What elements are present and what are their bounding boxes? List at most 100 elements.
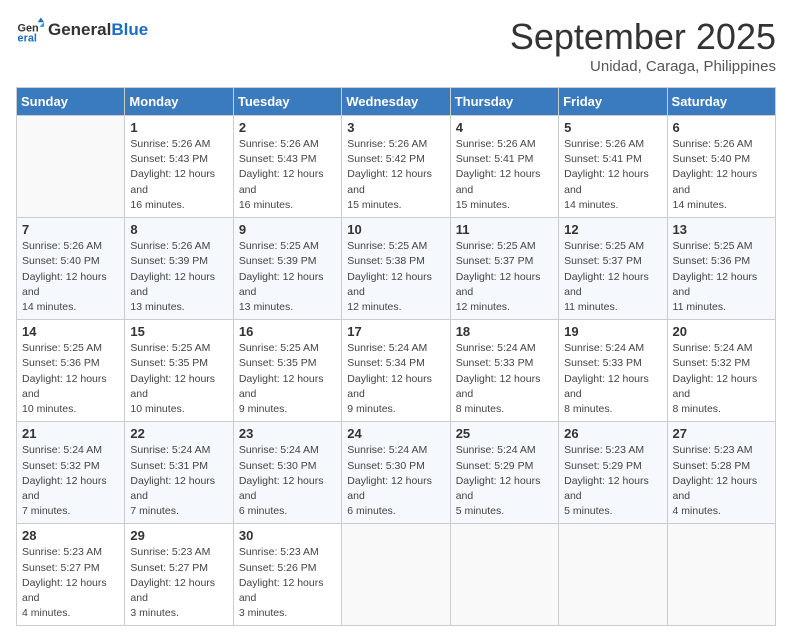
day-info: Sunrise: 5:23 AMSunset: 5:29 PMDaylight:… [564, 443, 661, 519]
day-number: 11 [456, 222, 553, 237]
day-number: 26 [564, 426, 661, 441]
calendar-cell: 7 Sunrise: 5:26 AMSunset: 5:40 PMDayligh… [17, 218, 125, 320]
calendar-week-row: 21 Sunrise: 5:24 AMSunset: 5:32 PMDaylig… [17, 422, 776, 524]
calendar-table: SundayMondayTuesdayWednesdayThursdayFrid… [16, 87, 776, 626]
calendar-cell: 22 Sunrise: 5:24 AMSunset: 5:31 PMDaylig… [125, 422, 233, 524]
day-number: 8 [130, 222, 227, 237]
logo-text: GeneralBlue [48, 20, 148, 40]
day-info: Sunrise: 5:23 AMSunset: 5:27 PMDaylight:… [22, 545, 119, 621]
calendar-cell: 2 Sunrise: 5:26 AMSunset: 5:43 PMDayligh… [233, 116, 341, 218]
day-info: Sunrise: 5:24 AMSunset: 5:32 PMDaylight:… [673, 341, 770, 417]
calendar-cell: 30 Sunrise: 5:23 AMSunset: 5:26 PMDaylig… [233, 524, 341, 626]
day-info: Sunrise: 5:24 AMSunset: 5:31 PMDaylight:… [130, 443, 227, 519]
calendar-cell [667, 524, 775, 626]
day-number: 21 [22, 426, 119, 441]
calendar-cell [17, 116, 125, 218]
day-number: 22 [130, 426, 227, 441]
day-number: 16 [239, 324, 336, 339]
calendar-cell [450, 524, 558, 626]
day-info: Sunrise: 5:26 AMSunset: 5:40 PMDaylight:… [22, 239, 119, 315]
calendar-cell: 28 Sunrise: 5:23 AMSunset: 5:27 PMDaylig… [17, 524, 125, 626]
day-number: 2 [239, 120, 336, 135]
calendar-cell: 1 Sunrise: 5:26 AMSunset: 5:43 PMDayligh… [125, 116, 233, 218]
day-number: 6 [673, 120, 770, 135]
day-number: 25 [456, 426, 553, 441]
day-of-week-header: Saturday [667, 88, 775, 116]
day-number: 1 [130, 120, 227, 135]
day-of-week-header: Thursday [450, 88, 558, 116]
calendar-cell: 27 Sunrise: 5:23 AMSunset: 5:28 PMDaylig… [667, 422, 775, 524]
logo-icon: Gen eral [16, 16, 44, 44]
day-info: Sunrise: 5:26 AMSunset: 5:42 PMDaylight:… [347, 137, 444, 213]
location: Unidad, Caraga, Philippines [510, 58, 776, 75]
calendar-cell: 5 Sunrise: 5:26 AMSunset: 5:41 PMDayligh… [559, 116, 667, 218]
calendar-cell: 19 Sunrise: 5:24 AMSunset: 5:33 PMDaylig… [559, 320, 667, 422]
calendar-cell: 13 Sunrise: 5:25 AMSunset: 5:36 PMDaylig… [667, 218, 775, 320]
day-number: 5 [564, 120, 661, 135]
calendar-cell [342, 524, 450, 626]
day-of-week-header: Wednesday [342, 88, 450, 116]
day-info: Sunrise: 5:26 AMSunset: 5:40 PMDaylight:… [673, 137, 770, 213]
calendar-cell: 21 Sunrise: 5:24 AMSunset: 5:32 PMDaylig… [17, 422, 125, 524]
day-info: Sunrise: 5:25 AMSunset: 5:39 PMDaylight:… [239, 239, 336, 315]
day-of-week-header: Sunday [17, 88, 125, 116]
day-info: Sunrise: 5:25 AMSunset: 5:37 PMDaylight:… [564, 239, 661, 315]
day-number: 14 [22, 324, 119, 339]
calendar-week-row: 14 Sunrise: 5:25 AMSunset: 5:36 PMDaylig… [17, 320, 776, 422]
day-number: 19 [564, 324, 661, 339]
day-info: Sunrise: 5:25 AMSunset: 5:35 PMDaylight:… [130, 341, 227, 417]
day-info: Sunrise: 5:23 AMSunset: 5:26 PMDaylight:… [239, 545, 336, 621]
day-info: Sunrise: 5:25 AMSunset: 5:36 PMDaylight:… [673, 239, 770, 315]
calendar-cell: 29 Sunrise: 5:23 AMSunset: 5:27 PMDaylig… [125, 524, 233, 626]
day-info: Sunrise: 5:25 AMSunset: 5:37 PMDaylight:… [456, 239, 553, 315]
day-number: 4 [456, 120, 553, 135]
day-info: Sunrise: 5:25 AMSunset: 5:36 PMDaylight:… [22, 341, 119, 417]
day-number: 24 [347, 426, 444, 441]
calendar-week-row: 7 Sunrise: 5:26 AMSunset: 5:40 PMDayligh… [17, 218, 776, 320]
calendar-cell: 6 Sunrise: 5:26 AMSunset: 5:40 PMDayligh… [667, 116, 775, 218]
logo: Gen eral GeneralBlue [16, 16, 148, 44]
day-info: Sunrise: 5:26 AMSunset: 5:41 PMDaylight:… [456, 137, 553, 213]
day-number: 12 [564, 222, 661, 237]
calendar-cell: 12 Sunrise: 5:25 AMSunset: 5:37 PMDaylig… [559, 218, 667, 320]
day-number: 10 [347, 222, 444, 237]
calendar-week-row: 1 Sunrise: 5:26 AMSunset: 5:43 PMDayligh… [17, 116, 776, 218]
calendar-cell: 26 Sunrise: 5:23 AMSunset: 5:29 PMDaylig… [559, 422, 667, 524]
day-info: Sunrise: 5:24 AMSunset: 5:32 PMDaylight:… [22, 443, 119, 519]
day-info: Sunrise: 5:24 AMSunset: 5:33 PMDaylight:… [564, 341, 661, 417]
day-number: 23 [239, 426, 336, 441]
day-info: Sunrise: 5:26 AMSunset: 5:43 PMDaylight:… [130, 137, 227, 213]
month-title: September 2025 [510, 16, 776, 58]
day-number: 18 [456, 324, 553, 339]
day-info: Sunrise: 5:23 AMSunset: 5:28 PMDaylight:… [673, 443, 770, 519]
calendar-cell: 23 Sunrise: 5:24 AMSunset: 5:30 PMDaylig… [233, 422, 341, 524]
day-info: Sunrise: 5:25 AMSunset: 5:35 PMDaylight:… [239, 341, 336, 417]
calendar-cell: 25 Sunrise: 5:24 AMSunset: 5:29 PMDaylig… [450, 422, 558, 524]
day-info: Sunrise: 5:24 AMSunset: 5:29 PMDaylight:… [456, 443, 553, 519]
calendar-cell: 8 Sunrise: 5:26 AMSunset: 5:39 PMDayligh… [125, 218, 233, 320]
day-of-week-header: Monday [125, 88, 233, 116]
day-number: 9 [239, 222, 336, 237]
day-number: 29 [130, 528, 227, 543]
day-info: Sunrise: 5:25 AMSunset: 5:38 PMDaylight:… [347, 239, 444, 315]
calendar-cell: 4 Sunrise: 5:26 AMSunset: 5:41 PMDayligh… [450, 116, 558, 218]
day-of-week-header: Tuesday [233, 88, 341, 116]
day-info: Sunrise: 5:26 AMSunset: 5:41 PMDaylight:… [564, 137, 661, 213]
calendar-week-row: 28 Sunrise: 5:23 AMSunset: 5:27 PMDaylig… [17, 524, 776, 626]
calendar-cell: 24 Sunrise: 5:24 AMSunset: 5:30 PMDaylig… [342, 422, 450, 524]
title-block: September 2025 Unidad, Caraga, Philippin… [510, 16, 776, 75]
svg-text:eral: eral [18, 33, 37, 44]
day-of-week-header: Friday [559, 88, 667, 116]
calendar-body: 1 Sunrise: 5:26 AMSunset: 5:43 PMDayligh… [17, 116, 776, 626]
day-info: Sunrise: 5:24 AMSunset: 5:30 PMDaylight:… [347, 443, 444, 519]
day-number: 20 [673, 324, 770, 339]
calendar-cell: 3 Sunrise: 5:26 AMSunset: 5:42 PMDayligh… [342, 116, 450, 218]
day-info: Sunrise: 5:26 AMSunset: 5:43 PMDaylight:… [239, 137, 336, 213]
day-info: Sunrise: 5:24 AMSunset: 5:34 PMDaylight:… [347, 341, 444, 417]
calendar-cell: 17 Sunrise: 5:24 AMSunset: 5:34 PMDaylig… [342, 320, 450, 422]
day-number: 27 [673, 426, 770, 441]
day-info: Sunrise: 5:24 AMSunset: 5:33 PMDaylight:… [456, 341, 553, 417]
days-of-week-row: SundayMondayTuesdayWednesdayThursdayFrid… [17, 88, 776, 116]
calendar-cell: 9 Sunrise: 5:25 AMSunset: 5:39 PMDayligh… [233, 218, 341, 320]
day-number: 17 [347, 324, 444, 339]
